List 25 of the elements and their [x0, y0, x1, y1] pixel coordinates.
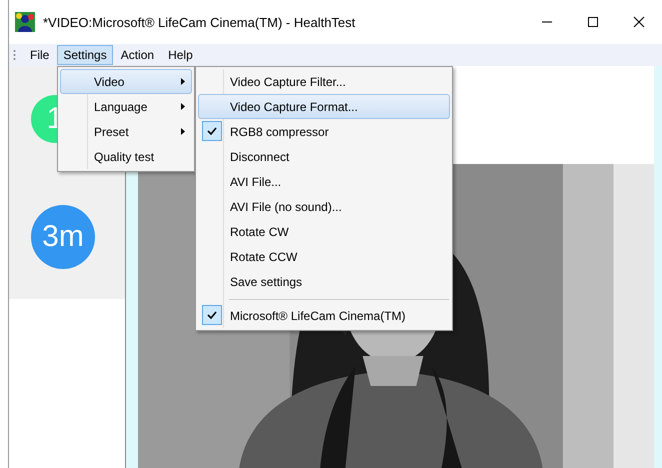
- submenu-arrow-icon: [181, 128, 185, 135]
- menu-option[interactable]: Disconnect: [198, 144, 450, 169]
- app-icon: [15, 12, 35, 32]
- menu-option[interactable]: AVI File (no sound)...: [198, 194, 450, 219]
- maximize-icon[interactable]: [587, 16, 599, 28]
- menu-item[interactable]: Action: [114, 45, 160, 65]
- grip-icon: [13, 49, 16, 61]
- menu-option[interactable]: Save settings: [198, 269, 450, 294]
- menu-item[interactable]: Settings: [57, 45, 113, 65]
- menu-option[interactable]: Quality test: [60, 144, 192, 169]
- menu-option[interactable]: Microsoft® LifeCam Cinema(TM): [198, 294, 450, 328]
- menu-item[interactable]: Help: [162, 45, 199, 65]
- submenu-arrow-icon: [181, 78, 185, 85]
- menu-option[interactable]: Video Capture Format...: [198, 94, 450, 119]
- menu-option[interactable]: Video: [60, 69, 192, 94]
- menu-item[interactable]: File: [24, 45, 56, 65]
- window-title: *VIDEO:Microsoft® LifeCam Cinema(TM) - HealthTest: [43, 14, 356, 30]
- menu-option[interactable]: Rotate CW: [198, 219, 450, 244]
- submenu-arrow-icon: [181, 103, 185, 110]
- menu-option[interactable]: Video Capture Filter...: [198, 69, 450, 94]
- status-badge: 3m: [31, 205, 95, 269]
- menu-option[interactable]: AVI File...: [198, 169, 450, 194]
- menu-option[interactable]: RGB8 compressor: [198, 119, 450, 144]
- menu-option[interactable]: Rotate CCW: [198, 244, 450, 269]
- close-icon[interactable]: [633, 16, 645, 28]
